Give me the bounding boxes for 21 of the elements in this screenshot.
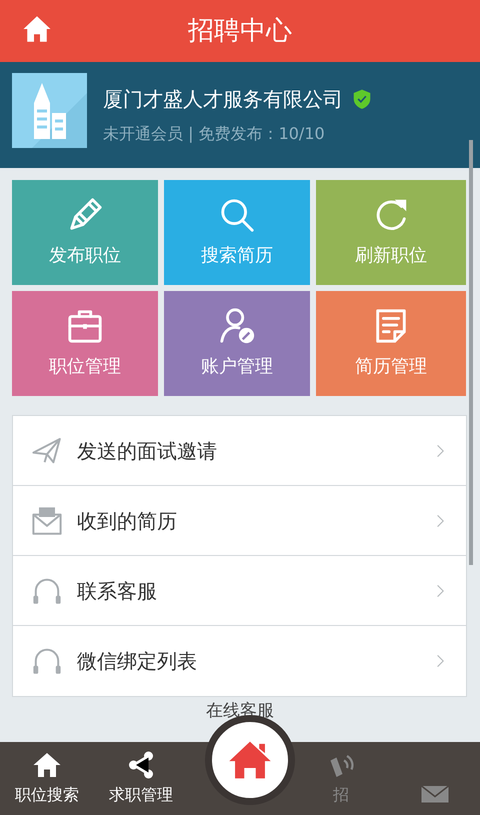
- share-icon: [126, 750, 156, 780]
- feature-tile[interactable]: 发布职位: [12, 180, 158, 285]
- home-icon: [32, 750, 62, 780]
- user-edit-icon: [218, 307, 256, 345]
- menu-item[interactable]: 微信绑定列表: [13, 626, 466, 696]
- feature-tile[interactable]: 搜索简历: [164, 180, 310, 285]
- menu-item[interactable]: 收到的简历: [13, 486, 466, 556]
- nav-tab[interactable]: 职位搜索: [0, 742, 94, 815]
- menu-item[interactable]: 联系客服: [13, 556, 466, 626]
- feature-tile[interactable]: 刷新职位: [316, 180, 466, 285]
- menu-item[interactable]: 发送的面试邀请: [13, 416, 466, 486]
- page-title: 招聘中心: [188, 14, 292, 48]
- feature-tile[interactable]: 账户管理: [164, 291, 310, 396]
- nav-tab[interactable]: 求职管理: [94, 742, 188, 815]
- feature-tile[interactable]: 简历管理: [316, 291, 466, 396]
- mail-icon: [31, 504, 63, 536]
- home-icon: [22, 14, 52, 44]
- nav-tab[interactable]: 招: [294, 742, 388, 815]
- feature-tile[interactable]: 职位管理: [12, 291, 158, 396]
- company-name: 厦门才盛人才服务有限公司: [103, 86, 343, 113]
- membership-status: 未开通会员 | 免费发布：10/10: [103, 123, 326, 145]
